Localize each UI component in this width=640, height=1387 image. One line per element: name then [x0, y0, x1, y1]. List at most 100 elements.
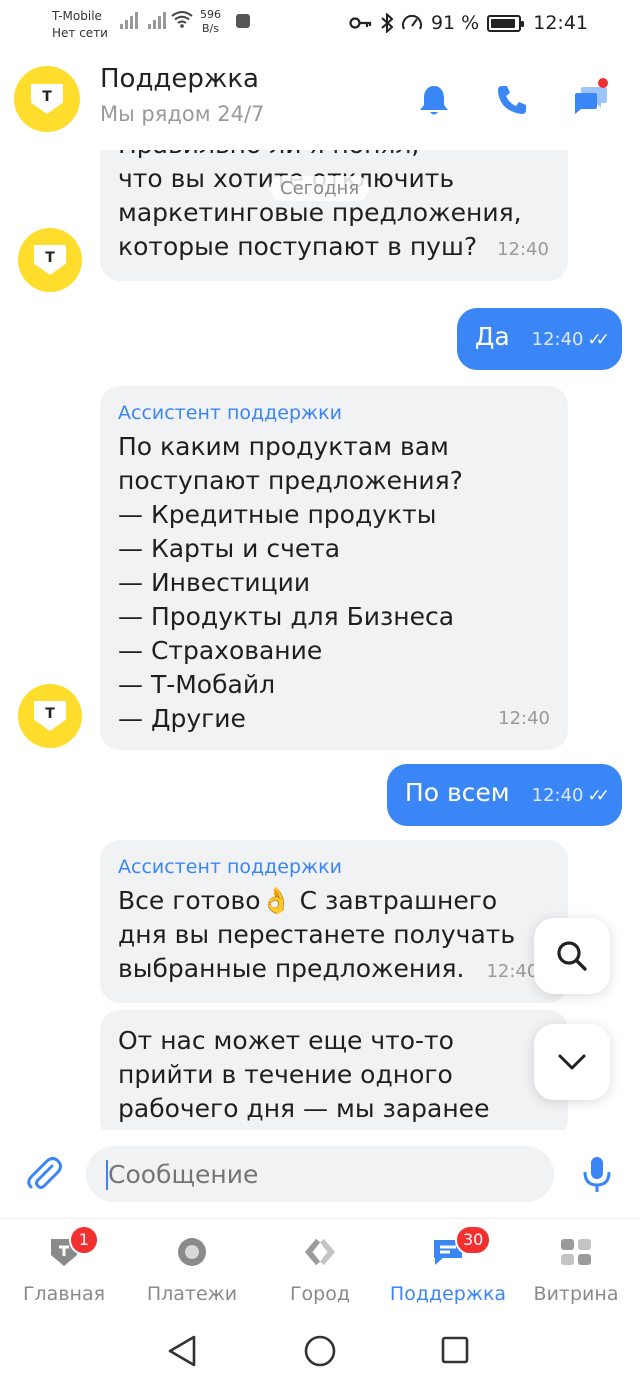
security-app-icon: [236, 14, 250, 28]
message-line-text: выбранные предложения.: [118, 954, 465, 983]
read-ticks-icon: ✓✓: [587, 786, 610, 806]
message-line: — Карты и счета: [118, 534, 341, 563]
support-avatar[interactable]: Т: [14, 66, 80, 132]
message-sender: Ассистент поддержки: [118, 402, 342, 424]
composer: [0, 1130, 640, 1220]
microphone-icon: [583, 1157, 611, 1192]
home-circle-icon: [304, 1335, 336, 1367]
speed-unit: B/s: [202, 22, 219, 35]
message-line: выбранные предложения. 12:40: [118, 952, 550, 989]
nav-item-main[interactable]: 1 Главная: [0, 1225, 128, 1305]
recents-square-icon: [441, 1336, 469, 1364]
message-line: — Страхование: [118, 636, 323, 665]
message-outgoing[interactable]: Да 12:40 ✓✓: [456, 308, 622, 370]
bluetooth-icon: [381, 13, 393, 33]
battery-fill: [491, 18, 515, 28]
message-line: дня вы перестанете получать: [118, 920, 516, 949]
message-time: 12:40: [531, 329, 584, 350]
search-button[interactable]: [534, 918, 610, 994]
screen: T-Mobile Нет сети 596 B/s 91 % 12:41 Т П…: [0, 0, 640, 1387]
speed-value: 596: [200, 8, 221, 21]
paperclip-icon: [27, 1157, 62, 1189]
message-line: — Другие 12:40: [118, 702, 550, 736]
chats-button[interactable]: [570, 78, 610, 120]
message-line: Все готово👌 С завтрашнего: [118, 886, 498, 915]
back-button[interactable]: [166, 1334, 198, 1372]
search-icon: [557, 941, 587, 971]
attach-button[interactable]: [24, 1154, 64, 1198]
city-icon: [303, 1235, 337, 1269]
nav-label: Поддержка: [389, 1283, 507, 1305]
message-time: 12:40: [531, 785, 584, 806]
message-line-text: — Другие: [118, 704, 246, 733]
carrier-info: T-Mobile Нет сети: [52, 8, 108, 42]
message-incoming[interactable]: Правильно ли я понял, что вы хотите откл…: [100, 150, 568, 281]
message-input[interactable]: [86, 1146, 554, 1202]
message-line: которые поступают в пуш? 12:40: [118, 230, 550, 267]
nav-label: Главная: [22, 1283, 106, 1305]
status-bar: T-Mobile Нет сети 596 B/s 91 % 12:41: [0, 0, 640, 50]
message-incoming[interactable]: От нас может еще что-то прийти в течение…: [100, 1010, 568, 1130]
grid-icon: [559, 1235, 593, 1269]
system-nav-bar: [0, 1318, 640, 1387]
chevron-down-icon: [558, 1054, 586, 1070]
message-line: прийти в течение одного: [118, 1060, 453, 1089]
home-icon: 1: [47, 1225, 99, 1269]
call-button[interactable]: [492, 80, 532, 120]
bottom-nav: 1 Главная Платежи Город 30 Поддержка Вит…: [0, 1218, 640, 1318]
message-outgoing[interactable]: По всем 12:40 ✓✓: [386, 764, 622, 826]
carrier-name: T-Mobile: [52, 9, 102, 23]
chat-title: Поддержка: [100, 64, 259, 94]
support-chat-icon: 30: [431, 1225, 492, 1269]
clock: 12:41: [533, 12, 588, 34]
nav-label: Платежи: [146, 1283, 238, 1305]
message-incoming[interactable]: Ассистент поддержки Все готово👌 С завтра…: [100, 840, 568, 1003]
chat-bubbles-icon: [575, 87, 607, 114]
battery-percent: 91 %: [430, 12, 480, 34]
nav-item-support[interactable]: 30 Поддержка: [384, 1225, 512, 1305]
unread-dot: [598, 78, 608, 88]
message-line: маркетинговые предложения,: [118, 198, 522, 227]
message-incoming[interactable]: Ассистент поддержки По каким продуктам в…: [100, 386, 568, 750]
chat-subtitle: Мы рядом 24/7: [100, 102, 265, 126]
voice-button[interactable]: [580, 1154, 614, 1198]
message-line: — Т-Мобайл: [118, 670, 276, 699]
message-line: От нас может еще что-то: [118, 1026, 454, 1055]
message-line: рабочего дня — мы заранее: [118, 1094, 490, 1123]
network-speed: 596 B/s: [200, 8, 221, 36]
message-line: поступают предложения?: [118, 466, 463, 495]
date-separator: Сегодня: [270, 176, 370, 201]
tbank-logo-icon: Т: [34, 245, 66, 275]
nav-label: Витрина: [533, 1283, 619, 1305]
nav-item-city[interactable]: Город: [256, 1235, 384, 1305]
message-line: — Продукты для Бизнеса: [118, 602, 455, 631]
message-line: — Инвестиции: [118, 568, 311, 597]
message-text: Да: [474, 322, 510, 351]
nav-label: Город: [289, 1283, 351, 1305]
message-text: По всем: [404, 778, 510, 807]
back-triangle-icon: [168, 1335, 196, 1367]
nav-item-showcase[interactable]: Витрина: [512, 1235, 640, 1305]
support-avatar: Т: [18, 228, 82, 292]
message-line: Правильно ли я понял,: [118, 150, 550, 162]
home-button[interactable]: [303, 1334, 337, 1372]
scroll-down-button[interactable]: [534, 1024, 610, 1100]
payments-icon: [175, 1235, 209, 1269]
message-line: По каким продуктам вам: [118, 432, 449, 461]
notifications-button[interactable]: [414, 80, 454, 120]
chat-header: Т Поддержка Мы рядом 24/7: [0, 50, 640, 150]
network-status: Нет сети: [52, 26, 108, 40]
recents-button[interactable]: [440, 1335, 470, 1369]
gauge-icon: [401, 14, 422, 30]
message-list[interactable]: Правильно ли я понял, что вы хотите откл…: [0, 150, 640, 1130]
phone-icon: [498, 86, 526, 114]
nav-badge: 30: [455, 1225, 492, 1255]
message-line: — Кредитные продукты: [118, 500, 437, 529]
nav-badge: 1: [69, 1225, 99, 1255]
nav-item-payments[interactable]: Платежи: [128, 1235, 256, 1305]
message-time: 12:40: [486, 961, 539, 982]
signal-icon: [120, 12, 166, 29]
message-time: 12:40: [497, 239, 549, 260]
status-right: 91 % 12:41: [349, 12, 588, 34]
key-icon: [349, 17, 372, 29]
